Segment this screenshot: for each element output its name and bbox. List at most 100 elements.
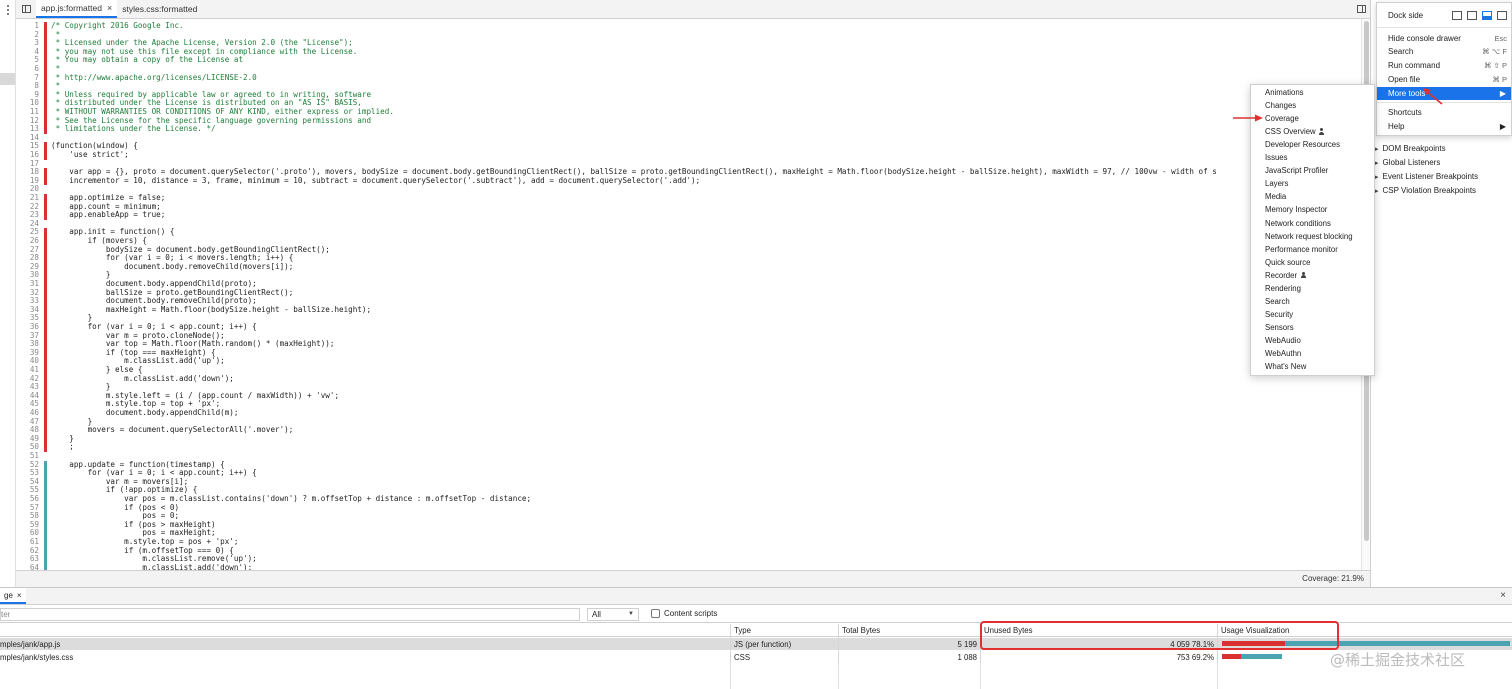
code-line[interactable]: 54 var m = movers[i];	[16, 477, 1361, 487]
code-line[interactable]: 57 if (pos < 0)	[16, 503, 1361, 513]
code-line[interactable]: 22 app.count = minimum;	[16, 202, 1361, 212]
code-line[interactable]: 13 * limitations under the License. */	[16, 125, 1361, 134]
more-tools-item-sensors[interactable]: Sensors	[1265, 321, 1294, 334]
table-row[interactable]: mples/jank/styles.css CSS 1 088 753 69.2…	[0, 651, 1512, 663]
code-text: movers = document.querySelectorAll('.mov…	[51, 425, 294, 435]
menu-item-shortcuts[interactable]: Shortcuts	[1377, 106, 1511, 119]
tab-styles-css[interactable]: styles.css:formatted	[117, 0, 202, 18]
unused-coverage-marker	[44, 73, 47, 83]
more-tools-item-what-s-new[interactable]: What's New	[1265, 360, 1306, 373]
more-tools-item-issues[interactable]: Issues	[1265, 151, 1288, 164]
code-line[interactable]: 48 movers = document.querySelectorAll('.…	[16, 426, 1361, 435]
dock-right-icon[interactable]	[1497, 11, 1507, 20]
code-line[interactable]: 34 maxHeight = Math.floor(bodySize.heigh…	[16, 305, 1361, 315]
code-line[interactable]: 5 * You may obtain a copy of the License…	[16, 56, 1361, 65]
menu-item-search[interactable]: Search ⌘ ⌥ F	[1377, 45, 1511, 58]
more-tools-item-quick-source[interactable]: Quick source	[1265, 256, 1311, 269]
more-tools-item-coverage[interactable]: Coverage	[1265, 112, 1299, 125]
more-tools-item-webaudio[interactable]: WebAudio	[1265, 334, 1301, 347]
more-tools-item-performance-monitor[interactable]: Performance monitor	[1265, 243, 1338, 256]
content-scripts-toggle[interactable]: Content scripts	[651, 609, 717, 618]
code-line[interactable]: 7 * http://www.apache.org/licenses/LICEN…	[16, 73, 1361, 83]
unused-coverage-marker	[44, 262, 47, 272]
more-tools-item-css-overview[interactable]: CSS Overview	[1265, 125, 1325, 138]
code-editor[interactable]: 1/* Copyright 2016 Google Inc. 2 * 3 * Lic…	[16, 19, 1361, 570]
toggle-navigator-button[interactable]	[16, 0, 36, 18]
unused-coverage-marker	[44, 237, 47, 246]
sidebar-item-global-listeners[interactable]: ▸ Global Listeners	[1375, 158, 1440, 167]
code-line[interactable]: 19 incrementor = 10, distance = 3, frame…	[16, 176, 1361, 186]
row-url: mples/jank/app.js	[0, 639, 61, 649]
used-coverage-marker	[44, 529, 47, 538]
undock-icon[interactable]	[1452, 11, 1462, 20]
used-coverage-marker	[44, 503, 47, 513]
more-tools-item-webauthn[interactable]: WebAuthn	[1265, 347, 1301, 360]
code-line[interactable]: 49 }	[16, 434, 1361, 444]
tab-coverage[interactable]: ge ×	[0, 588, 26, 604]
code-line[interactable]: 16 'use strict';	[16, 150, 1361, 160]
close-icon[interactable]: ×	[107, 3, 112, 13]
code-line[interactable]: 46 document.body.appendChild(m);	[16, 408, 1361, 418]
code-line[interactable]: 56 var pos = m.classList.contains('down'…	[16, 494, 1361, 504]
dock-left-icon[interactable]	[1467, 11, 1477, 20]
unused-coverage-marker	[44, 194, 47, 203]
more-tools-item-changes[interactable]: Changes	[1265, 99, 1296, 112]
menu-item-help[interactable]: Help ▶	[1377, 120, 1511, 133]
code-line[interactable]: 12 * See the License for the specific la…	[16, 116, 1361, 126]
menu-item-more-tools[interactable]: More tools ▶	[1377, 87, 1511, 100]
code-line[interactable]: 42 m.classList.add('down');	[16, 374, 1361, 384]
code-line[interactable]: 15 (function(window) {	[16, 142, 1361, 151]
toggle-debugger-button[interactable]	[1352, 0, 1370, 18]
code-line[interactable]: 40 m.classList.add('up');	[16, 357, 1361, 366]
kebab-menu-icon[interactable]	[3, 5, 13, 15]
code-line[interactable]: 14	[16, 133, 1361, 143]
row-total-bytes: 5 199	[838, 638, 980, 650]
code-line[interactable]: 20	[16, 185, 1361, 194]
more-tools-item-rendering[interactable]: Rendering	[1265, 282, 1301, 295]
unused-coverage-marker	[44, 211, 47, 220]
column-type[interactable]: Type	[730, 624, 838, 636]
more-tools-item-memory-inspector[interactable]: Memory Inspector	[1265, 203, 1327, 216]
menu-item-hide-console-drawer[interactable]: Hide console drawer Esc	[1377, 32, 1511, 45]
more-tools-item-network-request-blocking[interactable]: Network request blocking	[1265, 230, 1353, 243]
more-tools-item-network-conditions[interactable]: Network conditions	[1265, 217, 1331, 230]
code-line[interactable]: 53 for (var i = 0; i < app.count; i++) {	[16, 469, 1361, 478]
code-line[interactable]: 21 app.optimize = false;	[16, 193, 1361, 203]
code-line[interactable]: 59 if (pos > maxHeight)	[16, 520, 1361, 530]
unused-coverage-marker	[44, 374, 47, 384]
more-tools-item-animations[interactable]: Animations	[1265, 86, 1304, 99]
menu-item-run-command[interactable]: Run command ⌘ ⇧ P	[1377, 59, 1511, 72]
more-tools-item-recorder[interactable]: Recorder	[1265, 269, 1306, 282]
column-total-bytes[interactable]: Total Bytes	[838, 624, 980, 636]
sidebar-item-csp-violation-breakpoints[interactable]: ▸ CSP Violation Breakpoints	[1375, 186, 1476, 195]
more-tools-item-layers[interactable]: Layers	[1265, 177, 1288, 190]
sidebar-item-event-listener-breakpoints[interactable]: ▸ Event Listener Breakpoints	[1375, 172, 1478, 181]
code-line[interactable]: 25 app.init = function() {	[16, 228, 1361, 237]
code-line[interactable]: 50 ;	[16, 443, 1361, 452]
tab-app-js[interactable]: app.js:formatted ×	[36, 0, 118, 18]
more-tools-item-security[interactable]: Security	[1265, 308, 1293, 321]
code-line[interactable]: 23 app.enableApp = true;	[16, 211, 1361, 220]
type-filter-select[interactable]: All ▼	[587, 608, 639, 621]
unused-coverage-marker	[44, 426, 47, 435]
more-tools-item-developer-resources[interactable]: Developer Resources	[1265, 138, 1340, 151]
close-drawer-icon[interactable]: ×	[1500, 590, 1506, 601]
code-line[interactable]: 1/* Copyright 2016 Google Inc.	[16, 21, 1361, 31]
dock-bottom-icon[interactable]	[1482, 11, 1492, 20]
content-scripts-checkbox[interactable]	[651, 609, 660, 618]
coverage-status: Coverage: 21.9%	[16, 570, 1370, 587]
more-tools-item-media[interactable]: Media	[1265, 190, 1286, 203]
code-line[interactable]: 38 var top = Math.floor(Math.random() * …	[16, 340, 1361, 349]
code-line[interactable]: 24	[16, 219, 1361, 229]
close-icon[interactable]: ×	[17, 591, 22, 600]
more-tools-item-javascript-profiler[interactable]: JavaScript Profiler	[1265, 164, 1328, 177]
code-line[interactable]: 58 pos = 0;	[16, 512, 1361, 521]
tab-label: styles.css:formatted	[122, 4, 198, 14]
menu-item-open-file[interactable]: Open file ⌘ P	[1377, 73, 1511, 86]
sidebar-toggle-icon	[21, 5, 31, 13]
code-line[interactable]: 29 document.body.removeChild(movers[i]);	[16, 262, 1361, 272]
sidebar-item-dom-breakpoints[interactable]: ▸ DOM Breakpoints	[1375, 144, 1446, 153]
url-filter-input[interactable]: ter	[0, 608, 580, 621]
more-tools-item-search[interactable]: Search	[1265, 295, 1290, 308]
customize-menu: Dock side Hide console drawer Esc Search ⌘…	[1376, 2, 1512, 136]
